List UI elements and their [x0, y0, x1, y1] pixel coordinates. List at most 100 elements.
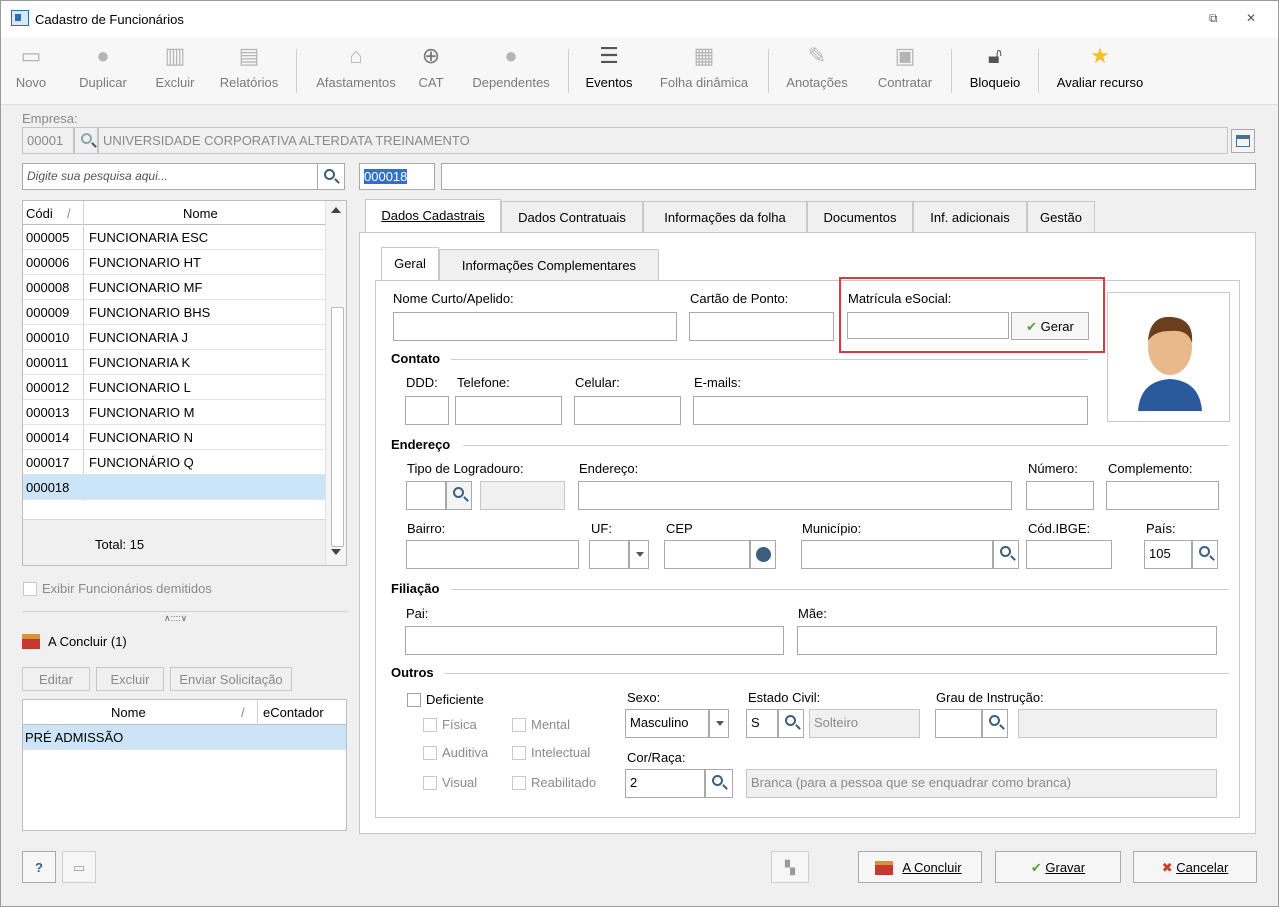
cor-raca-search-button[interactable]: [705, 769, 733, 798]
pais-input[interactable]: 105: [1144, 540, 1192, 569]
col-econtador-header[interactable]: eContador: [263, 705, 324, 720]
bairro-input[interactable]: [406, 540, 579, 569]
estado-civil-code[interactable]: S: [746, 709, 778, 738]
chevron-down-icon[interactable]: [709, 709, 729, 738]
bloqueio-button[interactable]: 🔓︎ Bloqueio: [959, 43, 1031, 101]
estado-civil-search-button[interactable]: [778, 709, 804, 738]
visual-checkbox[interactable]: [423, 776, 437, 790]
mae-input[interactable]: [797, 626, 1217, 655]
employee-photo[interactable]: [1107, 292, 1230, 422]
exibir-demitidos-checkbox[interactable]: [23, 582, 37, 596]
auditiva-checkbox[interactable]: [423, 746, 437, 760]
col-name-header[interactable]: Nome: [183, 206, 218, 221]
municipio-search-button[interactable]: [993, 540, 1019, 569]
col-nome-header[interactable]: Nome: [111, 705, 146, 720]
anotacoes-button[interactable]: ✎ Anotações: [777, 43, 857, 101]
grau-instrucao-code[interactable]: [935, 709, 982, 738]
table-row[interactable]: 000010 FUNCIONARIA J: [23, 325, 325, 350]
intelectual-checkbox[interactable]: [512, 746, 526, 760]
enviar-solicitacao-button[interactable]: Enviar Solicitação: [170, 667, 292, 691]
tab-gestao[interactable]: Gestão: [1027, 201, 1095, 233]
print-button[interactable]: ▭: [62, 851, 96, 883]
a-concluir-button[interactable]: A Concluir: [858, 851, 982, 883]
reabilitado-checkbox[interactable]: [512, 776, 526, 790]
vertical-scrollbar[interactable]: [325, 201, 346, 565]
mental-checkbox[interactable]: [512, 718, 526, 732]
pai-input[interactable]: [405, 626, 784, 655]
excluir-button[interactable]: ▥ Excluir: [147, 43, 203, 101]
numero-input[interactable]: [1026, 481, 1094, 510]
table-row[interactable]: 000013 FUNCIONARIO M: [23, 400, 325, 425]
eventos-button[interactable]: ☰ Eventos: [579, 43, 639, 101]
tab-dados-contratuais[interactable]: Dados Contratuais: [501, 201, 643, 233]
table-row[interactable]: 000012 FUNCIONARIO L: [23, 375, 325, 400]
duplicar-button[interactable]: ● Duplicar: [71, 43, 135, 101]
record-code-field[interactable]: 000018: [359, 163, 435, 190]
splitter-handle[interactable]: ∧::::∨: [164, 613, 187, 624]
aux-button[interactable]: ▚: [771, 851, 809, 883]
gravar-button[interactable]: ✔ Gravar: [995, 851, 1121, 883]
tab-inf-adicionais[interactable]: Inf. adicionais: [913, 201, 1027, 233]
cor-raca-code[interactable]: 2: [625, 769, 705, 798]
municipio-input[interactable]: [801, 540, 993, 569]
emails-input[interactable]: [693, 396, 1088, 425]
cod-ibge-input[interactable]: [1026, 540, 1112, 569]
cep-input[interactable]: [664, 540, 750, 569]
cep-lookup-button[interactable]: [750, 540, 776, 569]
tipo-logradouro-search-button[interactable]: [446, 481, 472, 510]
cartao-ponto-input[interactable]: [689, 312, 834, 341]
relatorios-button[interactable]: ▤ Relatórios: [213, 43, 285, 101]
novo-button[interactable]: ▭ Novo: [13, 43, 49, 101]
cancelar-button[interactable]: ✖ Cancelar: [1133, 851, 1257, 883]
calendar-button[interactable]: [1231, 129, 1255, 153]
telefone-input[interactable]: [455, 396, 562, 425]
avaliar-recurso-button[interactable]: ★ Avaliar recurso: [1047, 43, 1153, 101]
scrollbar-thumb[interactable]: [331, 307, 344, 547]
pais-search-button[interactable]: [1192, 540, 1218, 569]
endereco-input[interactable]: [578, 481, 1012, 510]
complemento-input[interactable]: [1106, 481, 1219, 510]
folha-dinamica-button[interactable]: ▦ Folha dinâmica: [649, 43, 759, 101]
table-row[interactable]: 000011 FUNCIONARIA K: [23, 350, 325, 375]
table-row[interactable]: 000005 FUNCIONARIA ESC: [23, 225, 325, 250]
gerar-button[interactable]: ✔ Gerar: [1011, 312, 1089, 340]
col-code-header[interactable]: Códi: [26, 206, 53, 221]
tab-documentos[interactable]: Documentos: [807, 201, 913, 233]
tab-informacoes-folha[interactable]: Informações da folha: [643, 201, 807, 233]
table-row[interactable]: 000018: [23, 475, 325, 500]
table-row[interactable]: 000006 FUNCIONARIO HT: [23, 250, 325, 275]
help-button[interactable]: ?: [22, 851, 56, 883]
sexo-select[interactable]: Masculino: [625, 709, 709, 738]
grau-instrucao-search-button[interactable]: [982, 709, 1008, 738]
afastamentos-button[interactable]: ⌂ Afastamentos: [306, 43, 406, 101]
editar-button[interactable]: Editar: [22, 667, 90, 691]
matricula-input[interactable]: [847, 312, 1009, 339]
restore-icon[interactable]: ⧉: [1209, 11, 1218, 26]
contratar-button[interactable]: ▣ Contratar: [867, 43, 943, 101]
subtab-informacoes-complementares[interactable]: Informações Complementares: [439, 249, 659, 281]
table-row[interactable]: 000017 FUNCIONÁRIO Q: [23, 450, 325, 475]
subtab-geral[interactable]: Geral: [381, 247, 439, 281]
scroll-down-icon[interactable]: [331, 549, 341, 555]
tab-dados-cadastrais[interactable]: Dados Cadastrais: [365, 199, 501, 233]
table-row[interactable]: 000014 FUNCIONARIO N: [23, 425, 325, 450]
uf-select[interactable]: [589, 540, 629, 569]
dependentes-button[interactable]: ● Dependentes: [463, 43, 559, 101]
chevron-down-icon[interactable]: [629, 540, 649, 569]
ddd-input[interactable]: [405, 396, 449, 425]
table-row[interactable]: 000009 FUNCIONARIO BHS: [23, 300, 325, 325]
table-row[interactable]: 000008 FUNCIONARIO MF: [23, 275, 325, 300]
cat-button[interactable]: ⊕ CAT: [415, 43, 447, 101]
excluir-pending-button[interactable]: Excluir: [96, 667, 164, 691]
record-name-field[interactable]: [441, 163, 1256, 190]
deficiente-checkbox[interactable]: [407, 693, 421, 707]
scroll-up-icon[interactable]: [331, 207, 341, 213]
table-row[interactable]: PRÉ ADMISSÃO: [23, 725, 346, 750]
nome-curto-input[interactable]: [393, 312, 677, 341]
search-input[interactable]: Digite sua pesquisa aqui...: [22, 163, 318, 190]
close-icon[interactable]: ✕: [1246, 11, 1256, 25]
tipo-logradouro-input[interactable]: [406, 481, 446, 510]
search-button[interactable]: [317, 163, 345, 190]
fisica-checkbox[interactable]: [423, 718, 437, 732]
celular-input[interactable]: [574, 396, 681, 425]
